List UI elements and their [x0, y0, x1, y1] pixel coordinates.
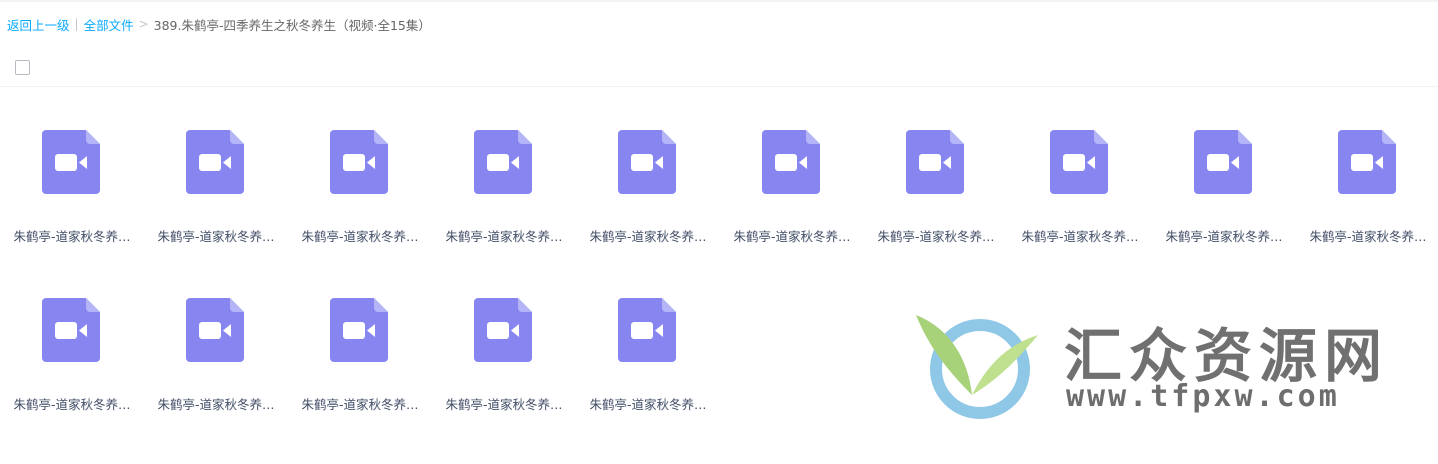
top-border [0, 0, 1438, 2]
video-file-icon [474, 130, 532, 194]
video-file-icon [1050, 130, 1108, 194]
video-file-icon [474, 298, 532, 362]
video-file-icon [330, 130, 388, 194]
file-grid: 朱鹤亭-道家秋冬养… 朱鹤亭-道家秋冬养… 朱鹤亭-道家秋冬养… 朱鹤亭-道家秋… [0, 108, 1438, 444]
video-file-icon [42, 130, 100, 194]
file-item[interactable]: 朱鹤亭-道家秋冬养… [1152, 108, 1296, 276]
all-files-link[interactable]: 全部文件 [84, 15, 134, 34]
file-name: 朱鹤亭-道家秋冬养… [733, 229, 851, 244]
select-all-checkbox[interactable] [15, 60, 30, 75]
file-item[interactable]: 朱鹤亭-道家秋冬养… [432, 276, 576, 444]
file-item[interactable]: 朱鹤亭-道家秋冬养… [576, 276, 720, 444]
video-file-icon [42, 298, 100, 362]
file-name: 朱鹤亭-道家秋冬养… [1165, 229, 1283, 244]
toolbar-divider [0, 86, 1438, 87]
file-name: 朱鹤亭-道家秋冬养… [589, 397, 707, 412]
file-item[interactable]: 朱鹤亭-道家秋冬养… [288, 276, 432, 444]
file-item[interactable]: 朱鹤亭-道家秋冬养… [864, 108, 1008, 276]
breadcrumb: 返回上一级 | 全部文件 > 389.朱鹤亭-四季养生之秋冬养生（视频·全15集… [7, 15, 431, 33]
video-file-icon [618, 130, 676, 194]
video-file-icon [1194, 130, 1252, 194]
video-file-icon [1338, 130, 1396, 194]
file-name: 朱鹤亭-道家秋冬养… [445, 229, 563, 244]
video-file-icon [330, 298, 388, 362]
video-file-icon [186, 130, 244, 194]
file-name: 朱鹤亭-道家秋冬养… [157, 229, 275, 244]
file-item[interactable]: 朱鹤亭-道家秋冬养… [0, 108, 144, 276]
file-name: 朱鹤亭-道家秋冬养… [877, 229, 995, 244]
file-name: 朱鹤亭-道家秋冬养… [589, 229, 707, 244]
back-link[interactable]: 返回上一级 [7, 15, 70, 34]
file-item[interactable]: 朱鹤亭-道家秋冬养… [0, 276, 144, 444]
file-name: 朱鹤亭-道家秋冬养… [301, 397, 419, 412]
file-name: 朱鹤亭-道家秋冬养… [157, 397, 275, 412]
file-name: 朱鹤亭-道家秋冬养… [13, 229, 131, 244]
file-item[interactable]: 朱鹤亭-道家秋冬养… [288, 108, 432, 276]
file-item[interactable]: 朱鹤亭-道家秋冬养… [576, 108, 720, 276]
video-file-icon [762, 130, 820, 194]
current-folder-name: 389.朱鹤亭-四季养生之秋冬养生（视频·全15集） [153, 17, 431, 33]
file-name: 朱鹤亭-道家秋冬养… [1309, 229, 1427, 244]
file-item[interactable]: 朱鹤亭-道家秋冬养… [432, 108, 576, 276]
file-item[interactable]: 朱鹤亭-道家秋冬养… [1296, 108, 1438, 276]
file-item[interactable]: 朱鹤亭-道家秋冬养… [720, 108, 864, 276]
video-file-icon [186, 298, 244, 362]
file-item[interactable]: 朱鹤亭-道家秋冬养… [144, 276, 288, 444]
breadcrumb-separator: | [74, 17, 79, 31]
breadcrumb-chevron: > [138, 17, 149, 31]
file-item[interactable]: 朱鹤亭-道家秋冬养… [1008, 108, 1152, 276]
file-name: 朱鹤亭-道家秋冬养… [13, 397, 131, 412]
file-name: 朱鹤亭-道家秋冬养… [445, 397, 563, 412]
file-item[interactable]: 朱鹤亭-道家秋冬养… [144, 108, 288, 276]
file-name: 朱鹤亭-道家秋冬养… [301, 229, 419, 244]
video-file-icon [618, 298, 676, 362]
file-name: 朱鹤亭-道家秋冬养… [1021, 229, 1139, 244]
video-file-icon [906, 130, 964, 194]
